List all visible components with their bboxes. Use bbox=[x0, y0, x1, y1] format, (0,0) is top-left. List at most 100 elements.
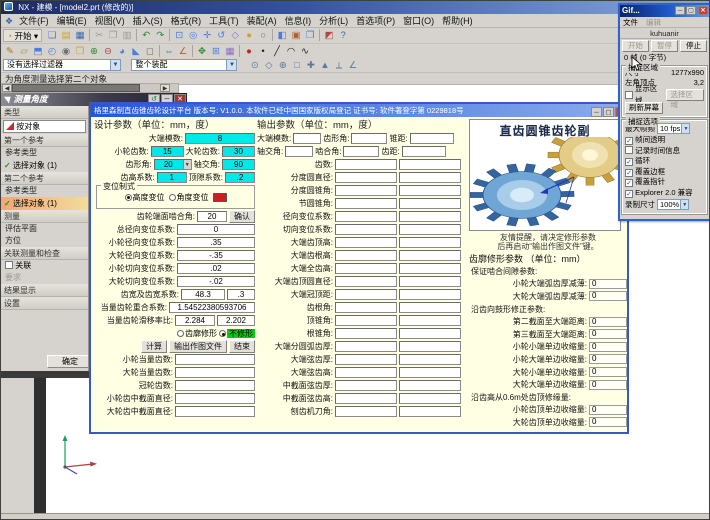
checkbox-icon[interactable] bbox=[625, 146, 633, 154]
type-value-field[interactable]: ◢ 按对象 bbox=[3, 120, 86, 133]
output-input[interactable] bbox=[399, 263, 461, 274]
datum-plane-icon[interactable]: ▱ bbox=[17, 45, 31, 58]
menu-item[interactable]: 首选项(P) bbox=[352, 14, 399, 28]
output-input[interactable] bbox=[335, 393, 397, 404]
snap-intersect-icon[interactable]: ✚ bbox=[304, 59, 318, 72]
checkbox-icon[interactable]: ✓ bbox=[625, 137, 633, 145]
cut-icon[interactable]: ✂ bbox=[92, 29, 106, 42]
gif-menu-item[interactable]: 文件 bbox=[623, 18, 638, 27]
gif-option-row[interactable]: 记录时间信息 bbox=[625, 146, 704, 157]
snap-point-icon[interactable]: ⊙ bbox=[248, 59, 262, 72]
text-input[interactable]: 8 bbox=[185, 133, 255, 144]
fps-dropdown[interactable]: 10 fps▼ bbox=[657, 123, 690, 134]
snap-end-icon[interactable]: ◇ bbox=[262, 59, 276, 72]
mod-input[interactable]: 0 bbox=[589, 380, 627, 390]
text-input[interactable] bbox=[343, 146, 379, 157]
radio-option[interactable]: 角度变位 bbox=[169, 192, 209, 203]
output-input[interactable] bbox=[335, 367, 397, 378]
output-input[interactable] bbox=[335, 224, 397, 235]
output-input[interactable] bbox=[335, 302, 397, 313]
scroll-right-icon[interactable]: ▶ bbox=[160, 84, 170, 92]
orient-view-icon[interactable]: ◧ bbox=[275, 29, 289, 42]
snap-perp-icon[interactable]: ⟂ bbox=[332, 59, 346, 72]
move-component-icon[interactable]: ✥ bbox=[195, 45, 209, 58]
menu-item[interactable]: 装配(A) bbox=[243, 14, 281, 28]
open-icon[interactable]: ▤ bbox=[59, 29, 73, 42]
mod-input[interactable]: 0 bbox=[589, 317, 627, 327]
text-input[interactable] bbox=[410, 133, 454, 144]
pattern-icon[interactable]: ▦ bbox=[223, 45, 237, 58]
block-icon[interactable]: ❒ bbox=[73, 45, 87, 58]
menu-item[interactable]: 窗口(O) bbox=[399, 14, 438, 28]
shaded-view-icon[interactable]: ● bbox=[242, 29, 256, 42]
dialog-button[interactable]: 确认 bbox=[229, 210, 255, 223]
dialog-button[interactable]: 输出作图文件 bbox=[169, 340, 227, 353]
save-icon[interactable]: ▦ bbox=[73, 29, 87, 42]
output-input[interactable] bbox=[399, 211, 461, 222]
output-input[interactable] bbox=[335, 263, 397, 274]
redo-icon[interactable]: ↷ bbox=[153, 29, 167, 42]
unite-icon[interactable]: ⊕ bbox=[87, 45, 101, 58]
minimize-icon[interactable]: ─ bbox=[675, 6, 685, 15]
record-size-dropdown[interactable]: 100%▼ bbox=[657, 199, 689, 210]
output-input[interactable] bbox=[399, 289, 461, 300]
measure-distance-icon[interactable]: ⇔ bbox=[162, 45, 176, 58]
pan-icon[interactable]: ✛ bbox=[200, 29, 214, 42]
output-input[interactable] bbox=[399, 367, 461, 378]
new-file-icon[interactable]: ❏ bbox=[45, 29, 59, 42]
wireframe-view-icon[interactable]: ○ bbox=[256, 29, 270, 42]
radio-icon[interactable] bbox=[125, 194, 132, 201]
radio-icon[interactable] bbox=[169, 194, 176, 201]
menu-item[interactable]: 插入(S) bbox=[129, 14, 167, 28]
output-input[interactable] bbox=[335, 185, 397, 196]
layer-settings-icon[interactable]: ▣ bbox=[289, 29, 303, 42]
color-swatch[interactable] bbox=[213, 193, 227, 202]
show-area-checkbox[interactable] bbox=[625, 91, 633, 99]
checkbox-icon[interactable]: ✓ bbox=[625, 169, 633, 177]
record-icon[interactable]: ● bbox=[242, 45, 256, 58]
text-input[interactable]: .3 bbox=[227, 289, 255, 300]
selection-filter-dropdown[interactable]: 没有选择过滤器▼ bbox=[3, 59, 121, 71]
text-input[interactable] bbox=[293, 133, 321, 144]
output-input[interactable] bbox=[335, 341, 397, 352]
text-input[interactable]: 90 bbox=[222, 159, 255, 170]
extrude-icon[interactable]: ⬒ bbox=[31, 45, 45, 58]
output-input[interactable] bbox=[399, 393, 461, 404]
text-input[interactable]: -.35 bbox=[177, 250, 255, 261]
menu-item[interactable]: 视图(V) bbox=[91, 14, 129, 28]
close-icon[interactable]: ✕ bbox=[698, 6, 708, 15]
snap-angle-icon[interactable]: ∠ bbox=[346, 59, 360, 72]
text-input[interactable]: -.02 bbox=[177, 276, 255, 287]
output-input[interactable] bbox=[399, 276, 461, 287]
select-area-button[interactable]: 选择区域 bbox=[666, 89, 704, 101]
gif-filename[interactable]: kuhuanir bbox=[620, 28, 709, 39]
menu-item[interactable]: 编辑(E) bbox=[53, 14, 91, 28]
sketch-icon[interactable]: ✎ bbox=[3, 45, 17, 58]
radio-option[interactable]: 不修形 bbox=[219, 328, 255, 339]
mod-input[interactable]: 0 bbox=[589, 367, 627, 377]
output-input[interactable] bbox=[399, 315, 461, 326]
menu-item[interactable]: 文件(F) bbox=[15, 14, 53, 28]
text-input[interactable]: 2.202 bbox=[217, 315, 255, 326]
checkbox-icon[interactable]: ✓ bbox=[625, 179, 633, 187]
mod-input[interactable]: 0 bbox=[589, 291, 627, 301]
scroll-left-icon[interactable]: ◀ bbox=[2, 84, 12, 92]
output-input[interactable] bbox=[399, 250, 461, 261]
spline-icon[interactable]: ∿ bbox=[298, 45, 312, 58]
ok-button[interactable]: 确定 bbox=[47, 355, 89, 368]
output-input[interactable] bbox=[399, 237, 461, 248]
edge-blend-icon[interactable]: ◕ bbox=[115, 45, 129, 58]
menu-item[interactable]: 格式(R) bbox=[167, 14, 206, 28]
text-input[interactable]: 1.54522380593706 bbox=[169, 302, 255, 313]
output-input[interactable] bbox=[335, 159, 397, 170]
text-input[interactable]: 0 bbox=[177, 224, 255, 235]
text-input[interactable] bbox=[175, 354, 255, 365]
text-input[interactable]: .35 bbox=[177, 237, 255, 248]
snap-quadrant-icon[interactable]: ▲ bbox=[318, 59, 332, 72]
output-input[interactable] bbox=[335, 211, 397, 222]
text-input[interactable]: 2.284 bbox=[175, 315, 215, 326]
help-icon[interactable]: ? bbox=[336, 29, 350, 42]
mod-input[interactable]: 0 bbox=[589, 354, 627, 364]
output-input[interactable] bbox=[399, 224, 461, 235]
output-input[interactable] bbox=[335, 237, 397, 248]
